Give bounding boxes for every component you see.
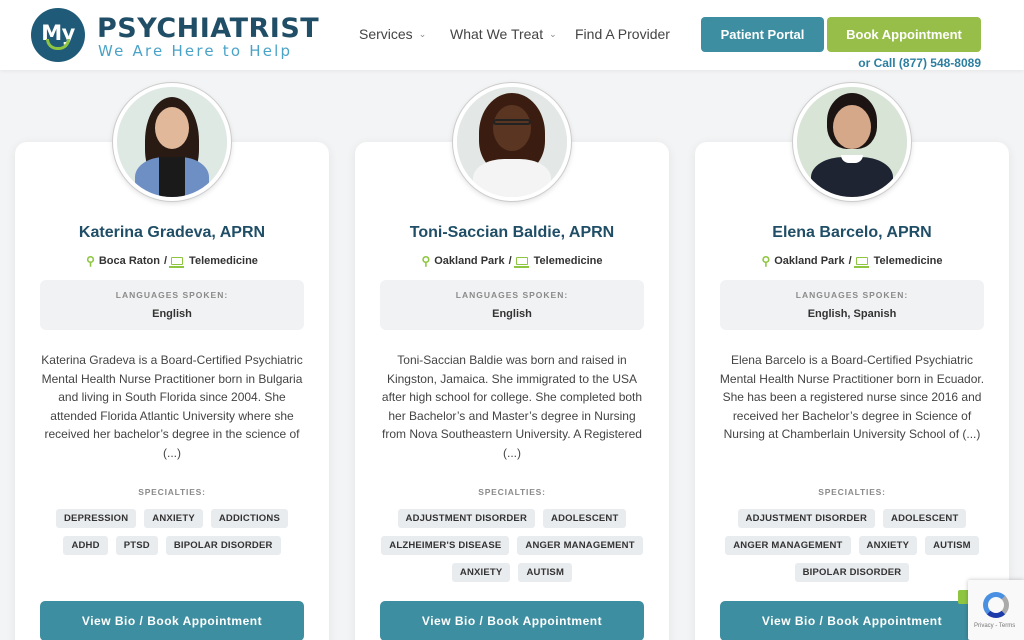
provider-bio: Toni-Saccian Baldie was born and raised … xyxy=(381,353,643,460)
specialty-tag[interactable]: ADOLESCENT xyxy=(883,509,967,528)
provider-name[interactable]: Katerina Gradeva, APRN xyxy=(15,224,329,242)
recaptcha-icon xyxy=(983,592,1009,618)
specialty-tag[interactable]: ADOLESCENT xyxy=(543,509,627,528)
provider-name[interactable]: Elena Barcelo, APRN xyxy=(695,224,1009,242)
provider-photo-elena[interactable] xyxy=(793,83,911,201)
provider-card: Katerina Gradeva, APRN ⚲ Boca Raton / Te… xyxy=(15,142,329,640)
specialties-title: SPECIALTIES: xyxy=(478,487,546,497)
chevron-down-icon: ⌄ xyxy=(549,28,557,39)
call-phone-link[interactable]: or Call (877) 548-8089 xyxy=(858,56,981,70)
nav-find-provider-label: Find A Provider xyxy=(575,26,670,42)
provider-card: Toni-Saccian Baldie, APRN ⚲ Oakland Park… xyxy=(355,142,669,640)
languages-box: LANGUAGES SPOKEN: English xyxy=(40,280,304,330)
logo-icon[interactable]: My xyxy=(31,8,85,62)
provider-photo-toni[interactable] xyxy=(453,83,571,201)
map-pin-icon: ⚲ xyxy=(761,254,771,268)
location-label: Boca Raton xyxy=(98,255,160,267)
brand-name[interactable]: PSYCHIATRIST xyxy=(97,13,319,44)
specialty-tag[interactable]: ADHD xyxy=(63,536,108,555)
nav-services-label: Services xyxy=(359,26,413,42)
location-label: Oakland Park xyxy=(434,255,505,267)
specialty-tag[interactable]: ALZHEIMER'S DISEASE xyxy=(381,536,510,555)
telemedicine-label: Telemedicine xyxy=(873,255,943,267)
provider-bio: Katerina Gradeva is a Board-Certified Ps… xyxy=(41,353,303,460)
specialty-tag[interactable]: BIPOLAR DISORDER xyxy=(165,536,281,555)
specialty-tag[interactable]: AUTISM xyxy=(925,536,979,555)
separator: / xyxy=(848,255,852,267)
specialty-tags: ADJUSTMENT DISORDER ADOLESCENT ALZHEIMER… xyxy=(375,509,649,582)
specialty-tags: DEPRESSION ANXIETY ADDICTIONS ADHD PTSD … xyxy=(35,509,309,555)
nav-what-we-treat[interactable]: What We Treat ⌄ xyxy=(450,26,557,42)
specialty-tag[interactable]: ANXIETY xyxy=(858,536,918,555)
specialty-tag[interactable]: ADJUSTMENT DISORDER xyxy=(737,509,876,528)
logo-smile-mark xyxy=(46,39,70,50)
nav-find-provider[interactable]: Find A Provider xyxy=(575,26,670,42)
chat-tab-edge[interactable] xyxy=(958,590,968,604)
book-appointment-button[interactable]: Book Appointment xyxy=(827,17,981,52)
specialty-tag[interactable]: ANGER MANAGEMENT xyxy=(725,536,851,555)
provider-bio: Elena Barcelo is a Board-Certified Psych… xyxy=(719,353,985,441)
specialty-tag[interactable]: ANXIETY xyxy=(144,509,203,528)
specialty-tag[interactable]: ANGER MANAGEMENT xyxy=(517,536,643,555)
provider-card: Elena Barcelo, APRN ⚲ Oakland Park / Tel… xyxy=(695,142,1009,640)
languages-value: English xyxy=(152,308,192,320)
separator: / xyxy=(163,255,168,267)
provider-photo-katerina[interactable] xyxy=(113,83,231,201)
languages-value: English, Spanish xyxy=(807,308,897,320)
recaptcha-terms[interactable]: Privacy - Terms xyxy=(974,623,1015,629)
languages-value: English xyxy=(492,308,532,320)
laptop-icon xyxy=(853,257,869,268)
languages-title: LANGUAGES SPOKEN: xyxy=(455,290,569,300)
languages-box: LANGUAGES SPOKEN: English xyxy=(380,280,644,330)
specialty-tag[interactable]: PTSD xyxy=(115,536,158,555)
provider-location: ⚲ Boca Raton / Telemedicine xyxy=(15,254,329,268)
telemedicine-label: Telemedicine xyxy=(189,255,258,267)
specialty-tag[interactable]: ADJUSTMENT DISORDER xyxy=(397,509,536,528)
view-bio-book-button[interactable]: View Bio / Book Appointment xyxy=(40,601,304,640)
laptop-icon xyxy=(169,257,185,268)
provider-location: ⚲ Oakland Park / Telemedicine xyxy=(355,254,669,268)
provider-name[interactable]: Toni-Saccian Baldie, APRN xyxy=(355,224,669,242)
view-bio-book-button[interactable]: View Bio / Book Appointment xyxy=(720,601,984,640)
specialty-tag[interactable]: DEPRESSION xyxy=(56,509,137,528)
laptop-icon xyxy=(513,257,529,268)
recaptcha-badge[interactable]: Privacy - Terms xyxy=(968,580,1024,640)
specialty-tag[interactable]: AUTISM xyxy=(518,563,573,582)
map-pin-icon: ⚲ xyxy=(421,254,431,268)
location-label: Oakland Park xyxy=(774,255,845,267)
provider-location: ⚲ Oakland Park / Telemedicine xyxy=(695,254,1009,268)
specialty-tag[interactable]: BIPOLAR DISORDER xyxy=(794,563,910,582)
view-bio-book-button[interactable]: View Bio / Book Appointment xyxy=(380,601,644,640)
patient-portal-button[interactable]: Patient Portal xyxy=(701,17,824,52)
separator: / xyxy=(508,255,512,267)
specialties-title: SPECIALTIES: xyxy=(818,487,886,497)
languages-title: LANGUAGES SPOKEN: xyxy=(115,290,229,300)
languages-title: LANGUAGES SPOKEN: xyxy=(795,290,909,300)
specialty-tag[interactable]: ANXIETY xyxy=(451,563,511,582)
nav-services[interactable]: Services ⌄ xyxy=(359,26,426,42)
specialty-tags: ADJUSTMENT DISORDER ADOLESCENT ANGER MAN… xyxy=(715,509,989,582)
nav-what-we-treat-label: What We Treat xyxy=(450,26,544,42)
specialty-tag[interactable]: ADDICTIONS xyxy=(210,509,288,528)
languages-box: LANGUAGES SPOKEN: English, Spanish xyxy=(720,280,984,330)
map-pin-icon: ⚲ xyxy=(86,254,95,268)
specialties-title: SPECIALTIES: xyxy=(138,487,206,497)
chevron-down-icon: ⌄ xyxy=(418,28,427,39)
telemedicine-label: Telemedicine xyxy=(533,255,603,267)
brand-tagline: We Are Here to Help xyxy=(98,42,293,60)
